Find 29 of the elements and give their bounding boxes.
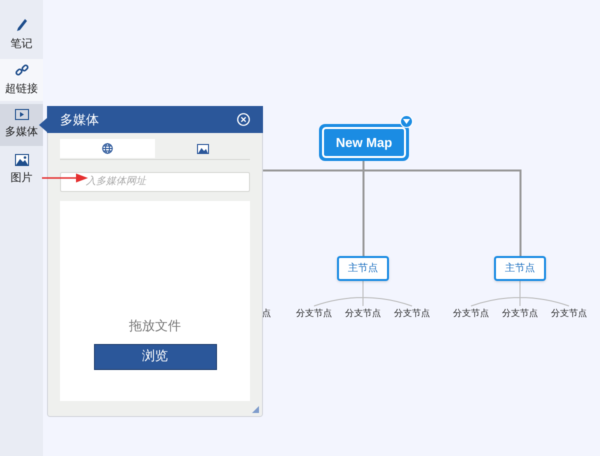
tab[interactable] [60,139,155,158]
branch-node[interactable]: 分支节点 [447,307,495,320]
video-icon [14,109,28,120]
drop-hint: 拖放文件 [129,318,181,336]
drop-area[interactable]: 拖放文件 浏览 [60,201,250,401]
branch-node[interactable]: 点 [262,307,271,320]
branch-node[interactable]: 分支节点 [339,307,387,320]
sidebar-item[interactable]: 图片 [0,149,43,191]
url-input-field[interactable]: 入多媒体网址 [60,172,250,192]
pencil-icon [16,18,28,32]
main-node[interactable]: 主节点 [494,256,546,281]
sidebar-item[interactable]: 超链接 [0,59,43,101]
browse-button[interactable]: 浏览 [94,344,216,370]
link-icon [14,62,28,77]
globe-icon [102,143,113,154]
root-node[interactable]: New Map [319,124,409,161]
arrow-icon [42,173,88,183]
image-icon [196,144,208,154]
dropdown-icon[interactable] [400,115,413,128]
main-node[interactable]: 主节点 [337,256,389,281]
branch-node[interactable]: 分支节点 [290,307,338,320]
resize-grip-icon[interactable] [252,406,259,413]
close-icon[interactable] [237,113,250,126]
image-icon [14,154,28,166]
panel-title: 多媒体 [60,110,99,129]
sidebar-item[interactable]: 笔记 [0,14,43,56]
branch-node[interactable]: 分支节点 [545,307,593,320]
branch-node[interactable]: 分支节点 [496,307,544,320]
branch-node[interactable]: 分支节点 [388,307,436,320]
